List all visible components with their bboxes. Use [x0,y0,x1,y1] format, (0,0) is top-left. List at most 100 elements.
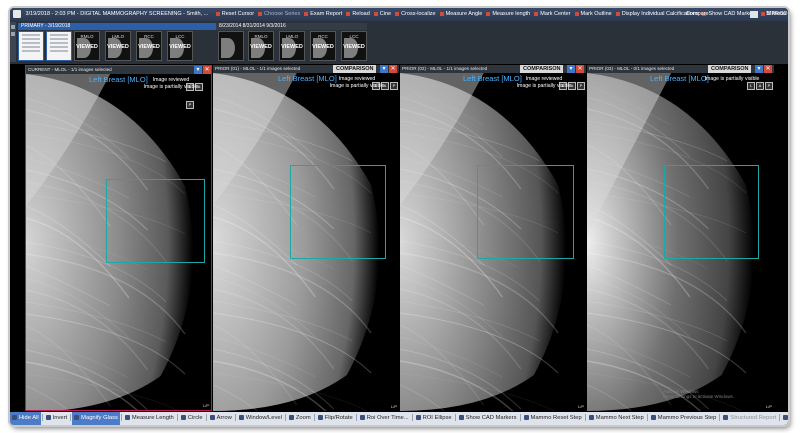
toolbar-roi-over-time-button[interactable]: Roi Over Time... [358,412,411,425]
toolbar-mammo-previous-step-button[interactable]: Mammo Previous Step [649,412,719,425]
menu-item-icon [346,11,351,16]
minimize-icon[interactable] [750,11,758,18]
menu-item-measure-angle[interactable]: Measure Angle [439,8,483,21]
thumbnail-image[interactable]: LMLO VIEWED [279,31,305,61]
menu-item-show-cad-markers[interactable]: Show CAD Markers [702,8,757,21]
toolbar-show-cad-markers-button[interactable]: Show CAD Markers [457,412,519,425]
menu-item-label: Choose Series [264,11,301,17]
viewer-pane-current[interactable]: CURRENT - MLOL - 1/1 images selected ▾ ✕ L A… [25,65,212,411]
magnify-glass-region[interactable] [106,179,205,263]
pane-tool-icon[interactable]: A [756,82,764,90]
menu-item-measure-length[interactable]: Measure length [486,8,530,21]
thumbnail-view-label: LCC [175,34,185,39]
menu-item-icon [615,11,620,16]
thumbnail-image[interactable]: LCC VIEWED [167,31,193,61]
thumbnail-image[interactable]: LMLO VIEWED [105,31,131,61]
pane-tool-icon[interactable]: P [186,101,194,109]
thumbnail-image[interactable]: RCC VIEWED [310,31,336,61]
toolbar-tool-icon [45,414,51,420]
comparison-badge[interactable]: COMPARISON [520,65,564,73]
toolbar-window-level-button[interactable]: Window/Level [237,412,284,425]
thumbnail-image[interactable]: RCC VIEWED [136,31,162,61]
toolbar-label: Roi Over Time... [366,415,409,421]
strip-collapse-handle[interactable] [10,22,16,62]
toolbar-mammo-reset-step-button[interactable]: Mammo Reset Step [522,412,584,425]
toolbar-zoom-button[interactable]: Zoom [287,412,313,425]
toolbar-label: Measure Length [131,415,174,421]
report-line [50,50,68,52]
toolbar-separator [519,413,521,421]
toolbar-separator [234,413,236,421]
toolbar-label: ROI Ellipse [422,415,452,421]
menu-item-exam-report[interactable]: Exam Report [304,8,342,21]
menu-item-mark-center[interactable]: Mark Center [534,8,571,21]
toolbar-measure-length-button[interactable]: Measure Length [123,412,176,425]
toolbar-structured-report-button[interactable]: Structured Report [721,412,778,425]
magnify-glass-region[interactable] [664,165,759,259]
pane-close-icon[interactable]: ✕ [576,65,584,73]
toolbar-invert-button[interactable]: Invert [44,412,70,425]
review-status: Image reviewed Image is partially visible [321,76,393,89]
toolbar-tool-icon [238,414,244,420]
toolbar-label: Mammo Previous Step [657,415,717,421]
toolbar-circle-button[interactable]: Circle [179,412,205,425]
toolbar-tool-icon [209,414,215,420]
pane-header[interactable]: CURRENT - MLOL - 1/1 images selected [26,66,211,74]
toolbar-separator [205,413,207,421]
pane-options-icon[interactable]: ▾ [755,65,763,73]
report-line [22,50,40,52]
menu-item-label: Measure Angle [445,11,483,17]
pane-options-icon[interactable]: ▾ [567,65,575,73]
toolbar-window-level-all-mammo-button[interactable]: Window Level All (Mammo) [781,412,788,425]
compare-label[interactable]: Compare [686,8,709,21]
toolbar-separator [70,413,72,421]
viewer-pane-prior-2[interactable]: PRIOR (02) - MLOL - 1/1 images selected C… [400,65,586,411]
orientation-corner-label: L/P [577,404,584,409]
viewer-pane-prior-1[interactable]: PRIOR (01) - MLOL - 1/1 images selected C… [213,65,399,411]
thumbnail-report[interactable] [46,31,72,61]
thumbnail-image[interactable] [218,31,244,61]
orientation-corner-label: L/P [390,404,397,409]
menu-item-reload[interactable]: Reload [346,8,370,21]
primary-study-header[interactable]: PRIMARY - 3/19/2018 [18,23,221,30]
menu-button[interactable]: ☰ Menu [766,8,786,21]
thumbnail-viewed-badge: VIEWED [312,44,334,50]
toolbar-label: Show CAD Markers [465,415,517,421]
activation-watermark: Activate Windows Go to Settings to activa… [663,389,734,399]
menu-item-label: Reload [352,11,370,17]
menu-item-cine[interactable]: Cine [373,8,391,21]
pane-tool-icon[interactable]: P [765,82,773,90]
menu-item-reset-cursor[interactable]: Reset Cursor [215,8,254,21]
magnify-glass-region[interactable] [290,165,386,259]
toolbar-roi-ellipse-button[interactable]: ROI Ellipse [414,412,454,425]
thumbnail-image[interactable]: LCC VIEWED [341,31,367,61]
comparison-badge[interactable]: COMPARISON [708,65,752,73]
report-line [50,34,68,36]
toolbar-hide-all-button[interactable]: Hide All [10,412,41,425]
thumbnail-image[interactable]: RMLO VIEWED [74,31,100,61]
thumbnail-image[interactable]: RMLO VIEWED [248,31,274,61]
toolbar-arrow-button[interactable]: Arrow [208,412,234,425]
toolbar-magnify-glass-button[interactable]: Magnify Glass [72,412,120,425]
menu-item-icon [215,11,220,16]
pane-options-icon[interactable]: ▾ [194,66,202,74]
menu-item-choose-series[interactable]: Choose Series [258,8,300,21]
menu-item-icon [439,11,444,16]
pane-options-icon[interactable]: ▾ [380,65,388,73]
prior-study-header[interactable]: 8/23/2014 8/31/2014 9/3/2016 [216,23,367,30]
toolbar-mammo-next-step-button[interactable]: Mammo Next Step [587,412,646,425]
pane-close-icon[interactable]: ✕ [764,65,772,73]
magnify-glass-region[interactable] [477,165,574,259]
menu-item-cross-localize[interactable]: Cross-localize [395,8,436,21]
viewer-pane-prior-3[interactable]: PRIOR (03) - MLOL - 0/1 images selected C… [587,65,774,411]
toolbar-tool-icon [723,414,729,420]
thumbnail-report[interactable] [18,31,44,61]
pane-tool-icon[interactable]: L [747,82,755,90]
toolbar-flip-rotate-button[interactable]: Flip/Rotate [316,412,355,425]
pane-close-icon[interactable]: ✕ [203,66,211,74]
toolbar-separator [646,413,648,421]
pane-close-icon[interactable]: ✕ [389,65,397,73]
orientation-corner-label: L/P [765,404,772,409]
comparison-badge[interactable]: COMPARISON [333,65,377,73]
menu-item-mark-outline[interactable]: Mark Outline [574,8,612,21]
